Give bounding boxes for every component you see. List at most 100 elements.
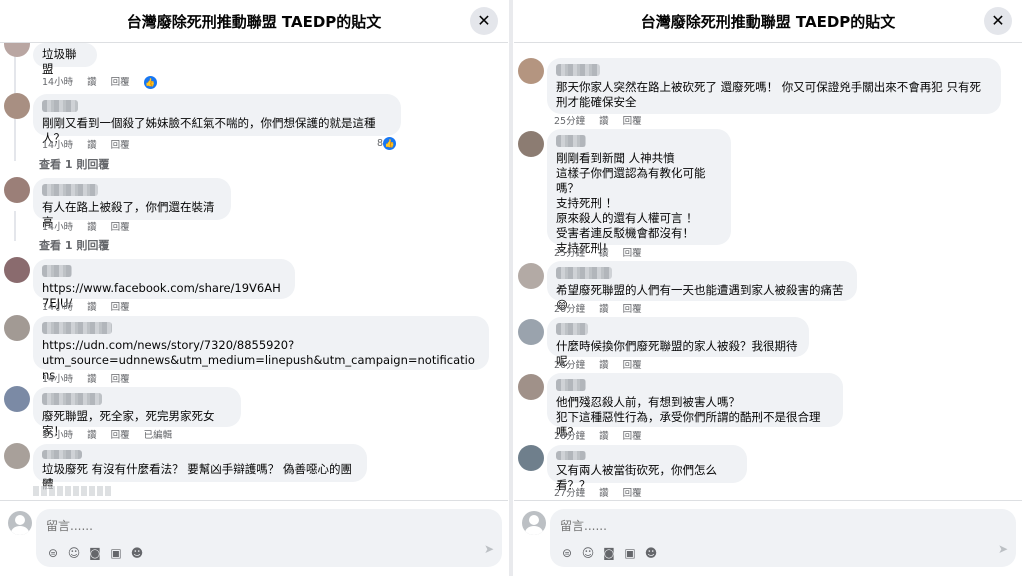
reply-button[interactable]: 回覆 [623,360,642,371]
attached-image-preview[interactable] [33,486,113,496]
commenter-name[interactable] [556,379,586,391]
avatar-sticker-icon[interactable]: ☻ [128,546,146,560]
commenter-name[interactable] [556,323,588,335]
comment-bubble: 希望廢死聯盟的人們有一天也能遭遇到家人被殺害的痛苦😄 [547,261,857,312]
thread-line [14,211,16,241]
camera-icon[interactable]: ◙ [86,546,104,560]
reply-button[interactable]: 回覆 [111,430,130,441]
comment-bubble: 垃圾聯盟 [33,43,97,76]
comment-bubble: 他們殘忍殺人前，有想到被害人嗎？ 犯下這種惡性行為，承受你們所謂的酷刑不是很合理… [547,373,843,439]
avatar[interactable] [518,445,544,471]
like-button[interactable]: 讚 [87,140,97,151]
comment-actions: 14小時 讚 回覆 [42,371,144,385]
avatar[interactable] [4,43,30,57]
like-button[interactable]: 讚 [599,488,609,498]
send-icon[interactable]: ➤ [998,542,1008,556]
comment-bubble: 有人在路上被殺了，你們還在裝清高 [33,178,231,229]
avatar[interactable] [4,315,30,341]
avatar[interactable] [518,131,544,157]
comment-actions: 14小時 讚 回覆 [42,137,144,151]
avatar[interactable] [4,177,30,203]
comment-time: 14小時 [42,302,74,313]
gif-icon[interactable]: ▣ [107,546,125,560]
avatar[interactable] [4,257,30,283]
like-button[interactable]: 讚 [599,431,609,442]
comment-bubble: 廢死聯盟，死全家，死完男家死女家！ [33,387,241,438]
view-replies-link[interactable]: 查看 1 則回覆 [39,237,109,253]
avatar[interactable] [518,263,544,289]
commenter-name[interactable] [556,64,600,76]
reply-button[interactable]: 回覆 [623,248,642,259]
commenter-name[interactable] [556,267,612,279]
camera-icon[interactable]: ◙ [600,546,618,560]
right-comment-feed[interactable]: 那天你家人突然在路上被砍死了 還廢死嗎！ 你又可保證兇手關出來不會再犯 只有死刑… [514,43,1022,498]
avatar[interactable] [4,386,30,412]
sticker-icon[interactable]: ⊜ [44,546,62,560]
avatar[interactable] [4,93,30,119]
reply-button[interactable]: 回覆 [623,431,642,442]
comment-actions: 14小時 讚 回覆 [42,219,144,233]
left-post-title: 台灣廢除死刑推動聯盟 TAEDP的貼文 [126,13,382,31]
comment-time: 14小時 [42,222,74,233]
reply-button[interactable]: 回覆 [111,222,130,233]
comment-bubble: https://www.facebook.com/share/19V6AH7EJ… [33,259,295,310]
reply-button[interactable]: 回覆 [623,116,642,127]
comment-bubble: 又有兩人被當街砍死，你們怎么看？？ [547,445,747,492]
right-post-panel: 台灣廢除死刑推動聯盟 TAEDP的貼文 ✕ 那天你家人突然在路上被砍死了 還廢死… [514,0,1022,576]
comment-time: 26分鐘 [554,304,586,315]
send-icon[interactable]: ➤ [484,542,494,556]
my-avatar[interactable] [8,511,32,535]
composer-icons: ⊜ ☺ ◙ ▣ ☻ [558,542,663,561]
comment-bubble: https://udn.com/news/story/7320/8855920?… [33,316,489,382]
view-replies-link[interactable]: 查看 1 則回覆 [39,156,109,172]
commenter-name[interactable] [556,451,586,460]
like-button[interactable]: 讚 [599,116,609,127]
avatar[interactable] [518,58,544,84]
emoji-icon[interactable]: ☺ [65,546,83,560]
comment-time: 14小時 [42,140,74,151]
commenter-name[interactable] [556,135,586,147]
commenter-name[interactable] [42,393,102,405]
commenter-name[interactable] [42,265,72,277]
close-icon[interactable]: ✕ [470,7,498,35]
comment-bubble: 剛剛看到新聞 人神共憤 這樣子你們還認為有教化可能嗎？ 支持死刑 ！ 原來殺人的… [547,129,731,255]
comment-time: 25分鐘 [554,116,586,127]
avatar[interactable] [518,319,544,345]
like-button[interactable]: 讚 [599,248,609,259]
like-button[interactable]: 讚 [87,302,97,313]
reply-button[interactable]: 回覆 [111,140,130,151]
reply-button[interactable]: 回覆 [111,374,130,385]
reaction-count[interactable]: 8 👍 [377,137,397,150]
comment-actions: 25分鐘 讚 回覆 [554,113,656,127]
like-button[interactable]: 讚 [87,374,97,385]
commenter-name[interactable] [42,450,82,459]
avatar[interactable] [4,443,30,469]
like-icon: 👍 [383,137,397,150]
commenter-name[interactable] [42,322,112,334]
like-button[interactable]: 讚 [87,222,97,233]
sticker-icon[interactable]: ⊜ [558,546,576,560]
like-button[interactable]: 讚 [87,430,97,441]
like-button[interactable]: 讚 [599,360,609,371]
comment-input[interactable] [558,514,1002,538]
comment-bubble: 那天你家人突然在路上被砍死了 還廢死嗎！ 你又可保證兇手關出來不會再犯 只有死刑… [547,58,1001,114]
commenter-name[interactable] [42,100,78,112]
comment-actions: 27分鐘 讚 回覆 [554,485,656,498]
reply-button[interactable]: 回覆 [111,77,130,88]
close-icon[interactable]: ✕ [984,7,1012,35]
reply-button[interactable]: 回覆 [111,302,130,313]
left-comment-feed[interactable]: 垃圾聯盟 14小時讚回覆 👍 剛剛又看到一個殺了姊妹臉不紅氣不喘的，你們想保護的就… [0,43,508,498]
comment-actions: 26分鐘 讚 回覆 [554,357,656,371]
commenter-name[interactable] [42,184,98,196]
like-button[interactable]: 讚 [87,77,97,88]
comment-input[interactable] [44,514,488,538]
avatar-sticker-icon[interactable]: ☻ [642,546,660,560]
comment-actions: 14小時 讚 回覆 👍 [42,74,171,89]
avatar[interactable] [518,374,544,400]
like-button[interactable]: 讚 [599,304,609,315]
reply-button[interactable]: 回覆 [623,488,642,498]
emoji-icon[interactable]: ☺ [579,546,597,560]
my-avatar[interactable] [522,511,546,535]
reply-button[interactable]: 回覆 [623,304,642,315]
gif-icon[interactable]: ▣ [621,546,639,560]
